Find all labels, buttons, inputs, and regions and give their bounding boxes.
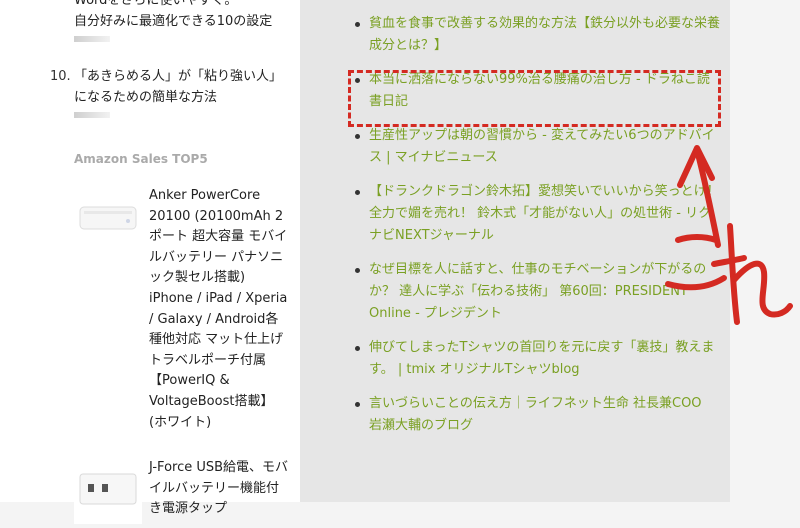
ranking-item-10-bar: [74, 112, 110, 118]
list-item[interactable]: 生産性アップは朝の習慣から - 変えてみたい6つのアドバイス | マイナビニュー…: [350, 125, 720, 169]
link-text[interactable]: 伸びてしまったTシャツの首回りを元に戻す「裏技」教えます。 | tmix オリジ…: [369, 340, 714, 377]
link-text[interactable]: なぜ目標を人に話すと、仕事のモチベーションが下がるのか？ 達人に学ぶ「伝わる技術…: [369, 262, 706, 321]
highlight-box: [348, 70, 721, 127]
ranking-item-9[interactable]: Wordをさらに使いやすく。 自分好みに最適化できる10の設定: [74, 0, 284, 42]
list-item[interactable]: 言いづらいことの伝え方｜ライフネット生命 社長兼COO 岩瀬大輔のブログ: [350, 393, 720, 437]
ranking-item-9-text: 自分好みに最適化できる10の設定: [74, 14, 273, 29]
amazon-section-title: Amazon Sales TOP5: [74, 152, 208, 166]
link-text[interactable]: 貧血を食事で改善する効果的な方法【鉄分以外も必要な栄養成分とは？】: [369, 16, 720, 53]
ranking-item-10-number: 10.: [50, 69, 71, 84]
ranking-item-10[interactable]: 10. 「あきらめる人」が「粘り強い人」になるための簡単な方法: [50, 66, 284, 118]
list-item[interactable]: なぜ目標を人に話すと、仕事のモチベーションが下がるのか？ 達人に学ぶ「伝わる技術…: [350, 259, 720, 325]
link-text[interactable]: 【ドランクドラゴン鈴木拓】愛想笑いでいいから笑っとけ！ 全力で媚を売れ！ 鈴木式…: [369, 184, 720, 243]
list-item[interactable]: 伸びてしまったTシャツの首回りを元に戻す「裏技」教えます。 | tmix オリジ…: [350, 337, 720, 381]
battery-product-icon[interactable]: [74, 183, 142, 251]
list-item[interactable]: 【ドランクドラゴン鈴木拓】愛想笑いでいいから笑っとけ！ 全力で媚を売れ！ 鈴木式…: [350, 181, 720, 247]
usb-charger-product-icon[interactable]: [74, 456, 142, 524]
amazon-product-2-title[interactable]: J-Force USB給電、モバイルバッテリー機能付き電源タップ: [149, 458, 289, 520]
ranking-item-9-bar: [74, 36, 110, 42]
list-item[interactable]: 貧血を食事で改善する効果的な方法【鉄分以外も必要な栄養成分とは？】: [350, 13, 720, 57]
page-margin: [730, 0, 800, 502]
amazon-product-1-title[interactable]: Anker PowerCore 20100 (20100mAh 2ポート 超大容…: [149, 186, 289, 433]
ranking-item-9-partial-text: Wordをさらに使いやすく。: [74, 0, 238, 8]
link-text[interactable]: 生産性アップは朝の習慣から - 変えてみたい6つのアドバイス | マイナビニュー…: [369, 128, 715, 165]
ranking-item-10-text: 「あきらめる人」が「粘り強い人」になるための簡単な方法: [74, 69, 283, 105]
link-text[interactable]: 言いづらいことの伝え方｜ライフネット生命 社長兼COO 岩瀬大輔のブログ: [369, 396, 715, 433]
